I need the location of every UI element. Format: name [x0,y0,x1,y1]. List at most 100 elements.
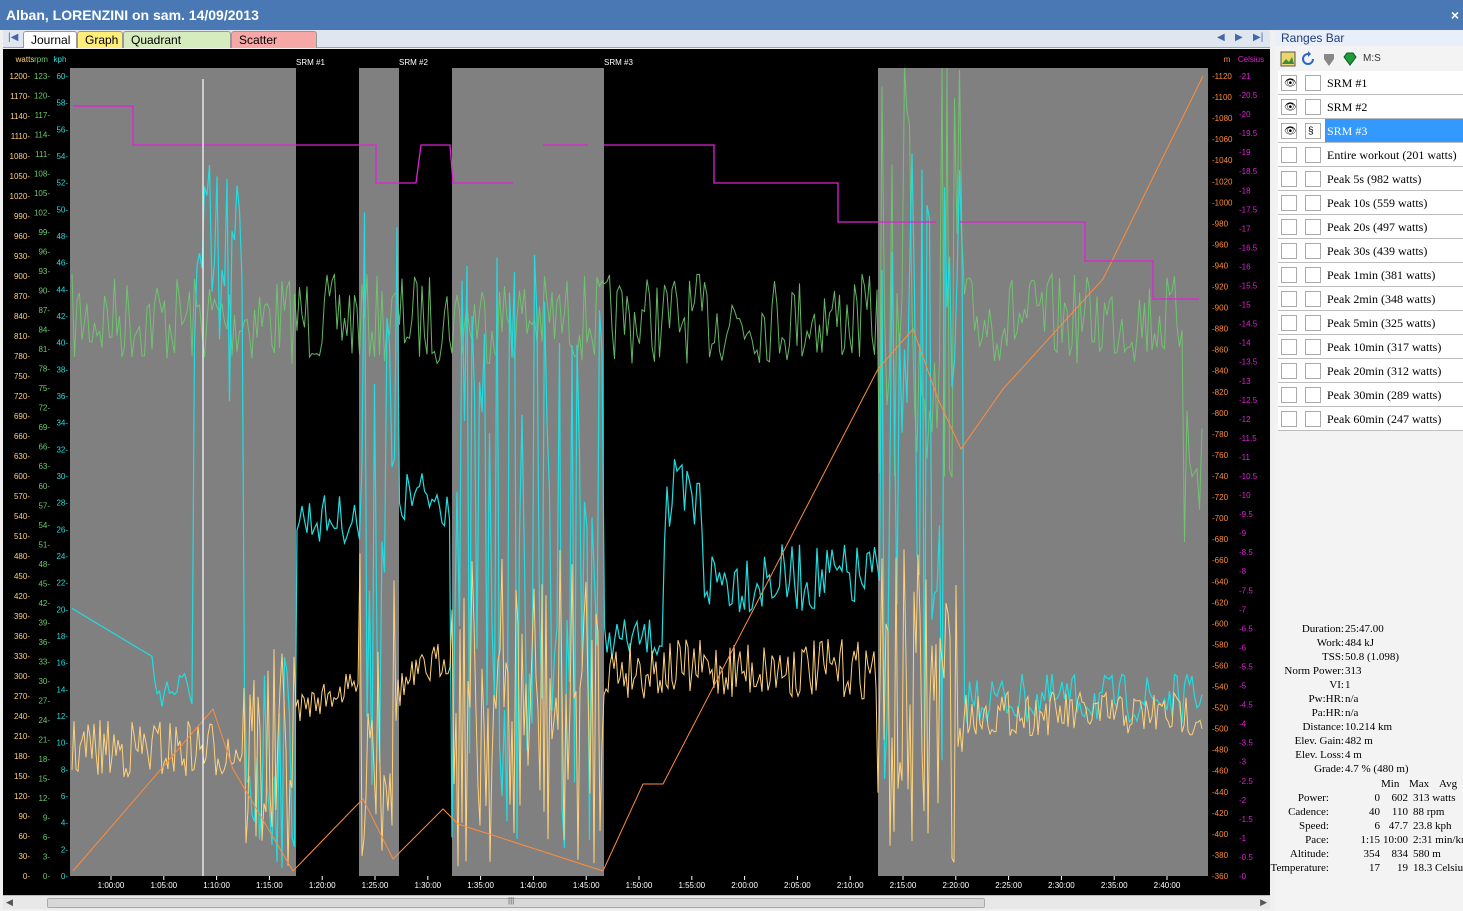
range-row[interactable]: Peak 30s (439 watts) [1278,239,1463,263]
watts-tick: 450- [14,572,30,581]
visibility-checkbox[interactable] [1281,387,1297,403]
range-checkbox[interactable] [1305,219,1321,235]
visibility-checkbox[interactable] [1281,267,1297,283]
summary-key: Norm Power: [1284,665,1344,677]
tab-quadrant-analysis[interactable]: Quadrant Analysis [123,31,231,61]
time-format-label[interactable]: M:S [1363,53,1381,64]
summary-stats: Duration: 25:47.00 Work: 484 kJ TSS: 50.8 (1.… [1271,623,1463,876]
range-row[interactable]: Peak 10s (559 watts) [1278,191,1463,215]
visibility-checkbox[interactable] [1281,147,1297,163]
visibility-checkbox[interactable] [1281,219,1297,235]
range-checkbox[interactable] [1305,387,1321,403]
watts-tick: 780- [14,352,30,361]
range-row[interactable]: Peak 60min (247 watts) [1278,407,1463,431]
scroll-thumb[interactable] [47,898,985,908]
watts-tick: 480- [14,552,30,561]
lock-icon[interactable]: § [1305,123,1321,139]
rpm-tick: 60- [38,482,50,491]
visibility-checkbox[interactable] [1281,171,1297,187]
range-row[interactable]: Peak 2min (348 watts) [1278,287,1463,311]
watts-tick: 660- [14,432,30,441]
watts-tick: 900- [14,272,30,281]
range-row[interactable]: Entire workout (201 watts) [1278,143,1463,167]
m-tick: -660 [1212,556,1229,565]
range-row[interactable]: Peak 20s (497 watts) [1278,215,1463,239]
scroll-left-icon[interactable]: ◀ [6,897,13,908]
visibility-checkbox[interactable] [1281,411,1297,427]
visibility-checkbox[interactable] [1281,243,1297,259]
next-icon[interactable]: ▶ [1235,32,1243,43]
range-checkbox[interactable] [1305,315,1321,331]
close-icon[interactable]: × [1451,7,1459,23]
workout-chart[interactable]: SRM #1 SRM #2 SRM #3 watts rpm kph m Celsius 0- 3… [3,49,1270,895]
refresh-icon[interactable] [1300,51,1316,67]
range-checkbox[interactable] [1305,75,1321,91]
m-tick: -800 [1212,409,1229,418]
range-checkbox[interactable] [1305,147,1321,163]
rpm-tick: 3- [43,852,50,861]
last-page-icon[interactable]: ▶| [1253,32,1263,43]
rpm-tick: 87- [38,306,50,315]
range-row[interactable]: Peak 5min (325 watts) [1278,311,1463,335]
summary-value: 313 [1345,665,1362,677]
time-tick-label: 2:00:00 [731,881,758,890]
visibility-checkbox[interactable] [1281,195,1297,211]
range-checkbox[interactable] [1305,339,1321,355]
range-checkbox[interactable] [1305,243,1321,259]
scroll-right-icon[interactable]: ▶ [1260,897,1267,908]
range-checkbox[interactable] [1305,195,1321,211]
range-checkbox[interactable] [1305,291,1321,307]
range-row[interactable]: Peak 1min (381 watts) [1278,263,1463,287]
range-checkbox[interactable] [1305,411,1321,427]
visibility-eye-icon[interactable]: 👁 [1281,99,1297,115]
first-page-icon[interactable]: |◀ [8,32,18,43]
gem-icon[interactable] [1342,51,1358,67]
range-checkbox[interactable] [1305,171,1321,187]
visibility-eye-icon[interactable]: 👁 [1281,123,1297,139]
rpm-tick: 6- [43,833,50,842]
tab-journal[interactable]: Journal [23,31,77,48]
rpm-tick: 12- [38,794,50,803]
prev-icon[interactable]: ◀ [1217,32,1225,43]
range-row[interactable]: 👁 SRM #1 [1278,71,1463,95]
visibility-checkbox[interactable] [1281,291,1297,307]
range-row[interactable]: 👁 § SRM #3 [1278,119,1463,143]
rpm-tick: 120- [34,92,50,101]
kph-tick: 28- [56,499,68,508]
celsius-tick: -10 [1239,491,1251,500]
tab-graph[interactable]: Graph [77,31,123,48]
visibility-checkbox[interactable] [1281,315,1297,331]
range-row[interactable]: Peak 5s (982 watts) [1278,167,1463,191]
tab-scatter-graph[interactable]: Scatter Graph [231,31,317,61]
rpm-tick: 27- [38,696,50,705]
visibility-checkbox[interactable] [1281,339,1297,355]
range-checkbox[interactable] [1305,267,1321,283]
summary-row: Elev. Gain: 482 m [1275,735,1463,749]
summary-key: Grade: [1314,763,1344,775]
time-tick-label: 1:35:00 [467,881,494,890]
kph-tick: 12- [56,712,68,721]
watts-unit: watts [15,55,35,64]
visibility-eye-icon[interactable]: 👁 [1281,75,1297,91]
range-row[interactable]: Peak 20min (312 watts) [1278,359,1463,383]
srm-range-1 [296,68,359,876]
scroll-grip-icon: ||| [508,896,515,905]
range-checkbox[interactable] [1305,363,1321,379]
kph-tick: 26- [56,525,68,534]
range-row[interactable]: 👁 SRM #2 [1278,95,1463,119]
m-tick: -940 [1212,261,1229,270]
workout-graph[interactable]: SRM #1 SRM #2 SRM #3 watts rpm kph m Celsius 0- 3… [3,49,1270,895]
metrics-header: Min Max Avg [1275,778,1463,792]
range-row[interactable]: Peak 30min (289 watts) [1278,383,1463,407]
range-checkbox[interactable] [1305,99,1321,115]
image-icon[interactable] [1280,51,1296,67]
m-tick: -1100 [1212,93,1232,102]
watts-tick: 690- [14,412,30,421]
range-row[interactable]: Peak 10min (317 watts) [1278,335,1463,359]
shield-icon[interactable] [1321,51,1337,67]
m-tick: -980 [1212,219,1229,228]
celsius-tick: -16 [1239,262,1251,271]
horizontal-scrollbar[interactable]: ◀ ||| ▶ [3,895,1270,909]
visibility-checkbox[interactable] [1281,363,1297,379]
m-tick: -680 [1212,535,1229,544]
